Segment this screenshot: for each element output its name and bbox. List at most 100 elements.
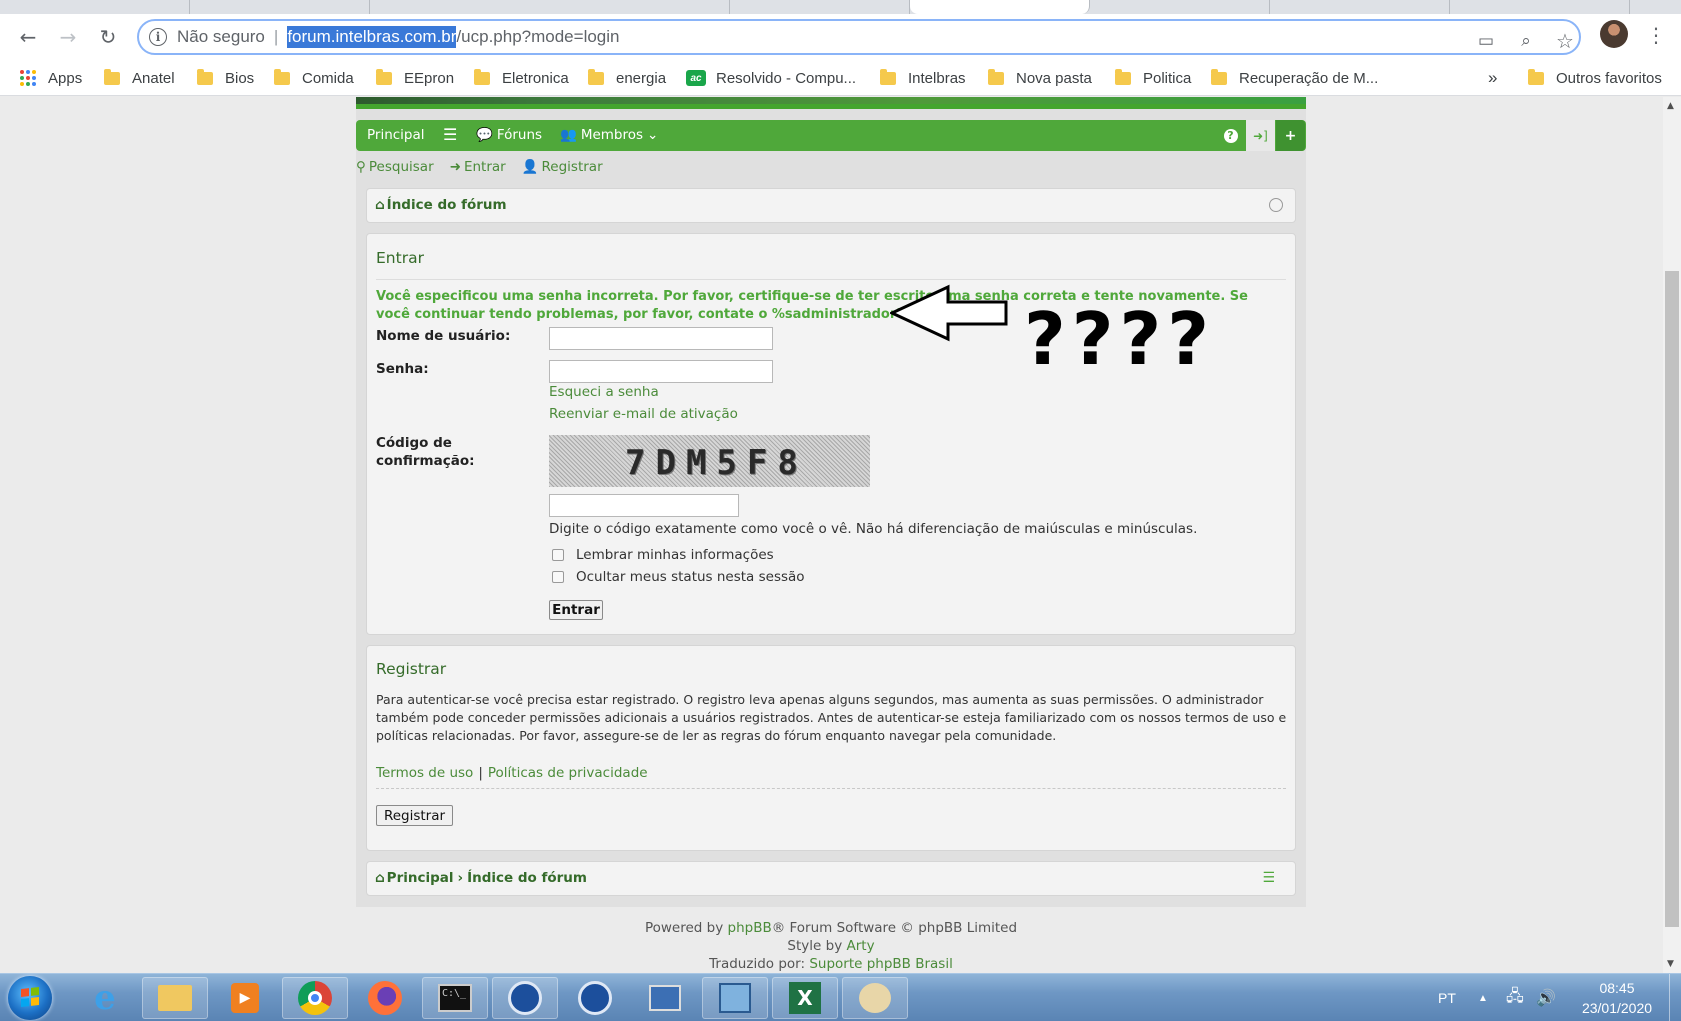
password-input[interactable] <box>549 360 773 383</box>
register-button[interactable]: Registrar <box>376 805 453 826</box>
user-plus-icon: 👤 <box>521 159 539 175</box>
bookmark-folder[interactable]: Comida <box>274 68 354 88</box>
scrollbar-thumb[interactable] <box>1665 271 1679 927</box>
bookmarks-bar: Apps Anatel Bios Comida EEpron Eletronic… <box>0 60 1681 96</box>
zoom-icon[interactable]: ⌕ <box>1515 30 1537 52</box>
forgot-password-link[interactable]: Esqueci a senha <box>549 384 659 400</box>
back-button[interactable]: ← <box>14 23 42 51</box>
question-icon: ? <box>1223 128 1238 143</box>
nav-forums-link[interactable]: 💬 Fóruns <box>476 127 542 143</box>
bookmark-label: Recuperação de M... <box>1239 69 1379 87</box>
captcha-label-line1: Código de <box>376 435 452 451</box>
browser-tab[interactable] <box>370 0 730 14</box>
bookmark-label: Eletronica <box>502 69 569 87</box>
browser-tab[interactable] <box>1270 0 1450 14</box>
bookmark-apps[interactable]: Apps <box>20 68 82 88</box>
chevron-more-icon: » <box>1488 68 1498 87</box>
bookmark-label: Bios <box>225 69 255 87</box>
breadcrumb[interactable]: ⌂ Índice do fórum <box>375 197 507 213</box>
bookmark-label: Intelbras <box>908 69 966 87</box>
remote-desktop-icon[interactable] <box>632 977 698 1019</box>
show-desktop-button[interactable] <box>1669 974 1681 1021</box>
browser-tab-active[interactable] <box>910 0 1090 14</box>
search-link[interactable]: ⚲ Pesquisar <box>356 157 434 177</box>
quick-links-menu-icon[interactable]: ☰ <box>443 125 457 144</box>
nav-members-link[interactable]: 👥 Membros ⌄ <box>560 127 658 143</box>
register-link[interactable]: 👤 Registrar <box>522 157 603 177</box>
tray-expand-icon[interactable]: ▲ <box>1478 974 1488 1021</box>
bottom-breadcrumb-panel: ⌂ Principal › Índice do fórum ☰ <box>366 861 1296 896</box>
login-submit-button[interactable]: Entrar <box>549 600 603 620</box>
chrome-icon[interactable] <box>282 977 348 1019</box>
file-explorer-icon[interactable] <box>142 977 208 1019</box>
comment-icon: 💬 <box>476 127 493 143</box>
browser-tab[interactable] <box>1450 0 1630 14</box>
address-bar[interactable]: i Não seguro | forum.intelbras.com.br/uc… <box>137 19 1581 55</box>
browser-tab[interactable] <box>730 0 910 14</box>
chevron-down-icon: ⌄ <box>647 127 659 143</box>
bookmark-folder[interactable]: energia <box>588 68 666 88</box>
url-separator: | <box>273 27 279 46</box>
bookmark-star-icon[interactable]: ☆ <box>1554 30 1576 53</box>
bookmark-folder[interactable]: Recuperação de M... <box>1211 68 1378 88</box>
network-tool-icon[interactable] <box>702 977 768 1019</box>
volume-icon[interactable]: 🔊 <box>1536 974 1556 1021</box>
media-player-icon[interactable]: ▶ <box>212 977 278 1019</box>
language-indicator[interactable]: PT <box>1438 974 1456 1021</box>
home-icon: ⌂ <box>375 870 385 886</box>
reload-button[interactable]: ↻ <box>94 23 122 51</box>
login-link[interactable]: ➜ Entrar <box>450 157 506 177</box>
breadcrumb-home[interactable]: Principal <box>387 870 454 886</box>
bookmark-site[interactable]: ac Resolvido - Compu... <box>686 68 856 88</box>
bookmark-folder[interactable]: Politica <box>1115 68 1191 88</box>
style-author-link[interactable]: Arty <box>846 938 874 954</box>
bookmark-folder[interactable]: Bios <box>197 68 254 88</box>
info-icon[interactable]: i <box>149 28 167 46</box>
network-icon[interactable]: 🖧 <box>1506 974 1524 1021</box>
command-prompt-icon[interactable]: C:\_ <box>422 977 488 1019</box>
captcha-input[interactable] <box>549 494 739 517</box>
internet-explorer-icon[interactable]: e <box>72 977 138 1019</box>
breadcrumb-index[interactable]: Índice do fórum <box>467 870 587 886</box>
app-blue-icon[interactable] <box>492 977 558 1019</box>
bookmark-folder[interactable]: Intelbras <box>880 68 966 88</box>
browser-tab[interactable] <box>1090 0 1270 14</box>
login-panel: Entrar Você especificou uma senha incorr… <box>366 233 1296 635</box>
privacy-link[interactable]: Políticas de privacidade <box>488 765 648 781</box>
register-icon-button[interactable]: + <box>1276 120 1305 151</box>
home-icon: ⌂ <box>375 197 385 213</box>
forward-button[interactable]: → <box>54 23 82 51</box>
cast-icon[interactable]: ▭ <box>1475 30 1497 52</box>
paint-icon[interactable] <box>842 977 908 1019</box>
bookmark-folder[interactable]: EEpron <box>376 68 454 88</box>
browser-tab[interactable] <box>190 0 370 14</box>
bookmark-folder[interactable]: Eletronica <box>474 68 569 88</box>
remember-checkbox[interactable] <box>552 549 564 561</box>
username-input[interactable] <box>549 327 773 350</box>
excel-icon[interactable]: X <box>772 977 838 1019</box>
bookmark-folder[interactable]: Anatel <box>104 68 175 88</box>
start-button[interactable] <box>8 976 52 1020</box>
translator-link[interactable]: Suporte phpBB Brasil <box>809 956 953 972</box>
app-blue-icon[interactable] <box>562 977 628 1019</box>
chrome-menu-icon[interactable]: ⋮ <box>1646 23 1666 51</box>
bookmark-folder[interactable]: Nova pasta <box>988 68 1092 88</box>
phpbb-link[interactable]: phpBB <box>728 920 772 936</box>
hide-status-checkbox[interactable] <box>552 571 564 583</box>
bookmarks-more-button[interactable]: » <box>1488 68 1497 88</box>
firefox-icon[interactable] <box>352 977 418 1019</box>
profile-avatar[interactable] <box>1600 20 1628 48</box>
scroll-down-icon[interactable]: ▼ <box>1667 959 1674 969</box>
faq-button[interactable]: ? <box>1216 120 1245 151</box>
resend-activation-link[interactable]: Reenviar e-mail de ativação <box>549 406 738 422</box>
nav-home-link[interactable]: Principal <box>367 127 425 143</box>
hamburger-menu-icon[interactable]: ☰ <box>1262 870 1275 886</box>
other-bookmarks[interactable]: Outros favoritos <box>1528 68 1662 88</box>
login-icon-button[interactable]: ➜] <box>1246 120 1275 151</box>
browser-tab[interactable] <box>0 0 190 14</box>
terms-link[interactable]: Termos de uso <box>376 765 473 781</box>
security-label: Não seguro <box>177 27 265 46</box>
system-clock[interactable]: 08:45 23/01/2020 <box>1572 978 1662 1018</box>
scroll-up-icon[interactable]: ▲ <box>1667 101 1674 111</box>
page-scrollbar[interactable]: ▲ ▼ <box>1663 97 1681 973</box>
